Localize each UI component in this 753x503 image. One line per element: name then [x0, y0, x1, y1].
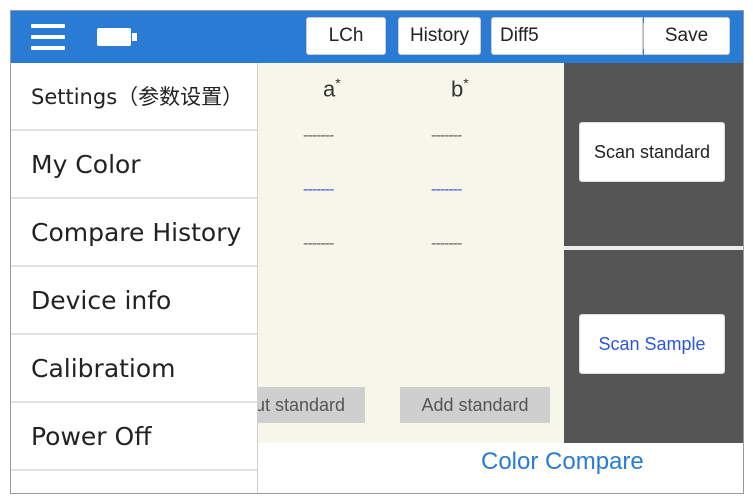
value-cell-sample-b: -------	[431, 181, 462, 198]
value-cell-standard-a: -------	[303, 127, 334, 144]
value-cell-diff-b: -------	[431, 235, 462, 252]
lch-button[interactable]: LCh	[306, 17, 386, 55]
scan-standard-button[interactable]: Scan standard	[579, 122, 725, 182]
navigation-drawer: Settings（参数设置） My Color Compare History …	[11, 63, 258, 493]
value-cell-standard-b: -------	[431, 127, 462, 144]
top-bar: LCh History Diff5 Save	[11, 11, 743, 63]
column-header-b: b*	[451, 75, 469, 102]
scan-panel-divider	[564, 246, 743, 250]
battery-icon	[97, 28, 137, 46]
page-title: Color Compare	[481, 448, 644, 475]
drawer-item-settings[interactable]: Settings（参数设置）	[11, 63, 257, 131]
scan-sample-button[interactable]: Scan Sample	[579, 314, 725, 374]
diff-name-input[interactable]: Diff5	[491, 17, 643, 55]
save-button[interactable]: Save	[644, 17, 730, 55]
scan-panel	[564, 63, 743, 443]
history-button[interactable]: History	[398, 17, 481, 55]
hamburger-menu-icon[interactable]	[31, 24, 65, 50]
drawer-item-calibration[interactable]: Calibratiom	[11, 335, 257, 403]
column-header-a: a*	[323, 75, 341, 102]
add-standard-button[interactable]: Add standard	[400, 387, 550, 423]
drawer-item-power-off[interactable]: Power Off	[11, 403, 257, 471]
drawer-item-device-info[interactable]: Device info	[11, 267, 257, 335]
value-cell-sample-a: -------	[303, 181, 334, 198]
drawer-item-my-color[interactable]: My Color	[11, 131, 257, 199]
value-cell-diff-a: -------	[303, 235, 334, 252]
drawer-item-compare-history[interactable]: Compare History	[11, 199, 257, 267]
app-window: LCh History Diff5 Save a* b* ------- ---…	[10, 10, 744, 494]
